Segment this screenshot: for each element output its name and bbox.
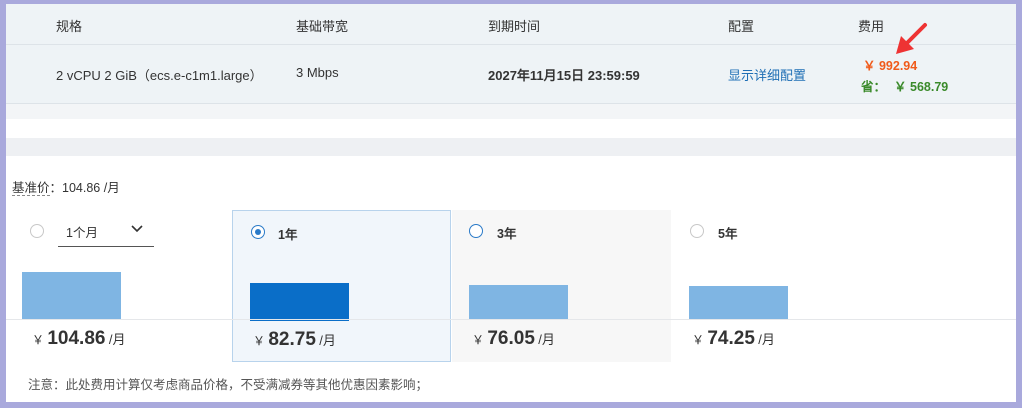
- currency-symbol: ￥: [692, 333, 705, 347]
- radio-1-year[interactable]: [251, 225, 265, 239]
- plan-price: ￥ 82.75 /月: [253, 329, 336, 351]
- header-expiry: 到期时间: [488, 19, 541, 34]
- show-config-link[interactable]: 显示详细配置: [728, 65, 806, 84]
- bandwidth-cell: 3 Mbps: [296, 65, 339, 80]
- fee-save: 省： ￥ 568.79: [861, 76, 948, 95]
- fee-save-value: ￥ 568.79: [894, 80, 949, 94]
- currency-symbol: ￥: [32, 333, 45, 347]
- base-price-label: 基准价: [12, 181, 50, 196]
- price-unit: /月: [758, 332, 775, 347]
- radio-3-year[interactable]: [469, 224, 483, 238]
- price-bar-area: [13, 272, 230, 320]
- fee-save-label: 省：: [861, 80, 887, 94]
- currency-symbol: ￥: [472, 333, 485, 347]
- price-value: 82.75: [268, 329, 316, 350]
- pricing-note: 注意：此处费用计算仅考虑商品价格，不受满减券等其他优惠因素影响；: [28, 378, 429, 392]
- header-config: 配置: [728, 19, 755, 34]
- plan-price: ￥ 74.25 /月: [692, 328, 775, 350]
- plan-card-5-year[interactable]: 5年 ￥ 74.25 /月: [672, 210, 891, 362]
- base-price-value: ：104.86 /月: [49, 181, 120, 195]
- expiry-cell: 2027年11月15日 23:59:59: [488, 68, 640, 83]
- price-bar: [22, 272, 121, 320]
- price-bar: [250, 283, 349, 321]
- plan-card-1-year[interactable]: 1年 ￥ 82.75 /月: [232, 210, 451, 362]
- table-row: 2 vCPU 2 GiB（ecs.e-c1m1.large） 3 Mbps 20…: [6, 45, 1016, 104]
- plan-label: 1年: [278, 228, 298, 242]
- radio-monthly[interactable]: [30, 224, 44, 238]
- chevron-down-icon: [131, 225, 143, 233]
- price-value: 74.25: [707, 328, 755, 349]
- row-spacer: [6, 104, 1016, 119]
- price-bar-area: [452, 272, 671, 320]
- price-bar: [469, 285, 568, 320]
- renewal-panel: 规格 基础带宽 到期时间 配置 费用 2 vCPU 2 GiB（ecs.e-c1…: [6, 4, 1016, 402]
- header-bandwidth: 基础带宽: [296, 19, 349, 34]
- header-spec: 规格: [56, 19, 83, 34]
- plan-price: ￥ 104.86 /月: [32, 328, 125, 350]
- plan-card-3-year[interactable]: 3年 ￥ 76.05 /月: [452, 210, 671, 362]
- header-fee: 费用: [858, 19, 885, 34]
- table-header: 规格 基础带宽 到期时间 配置 费用: [6, 4, 1016, 45]
- plan-label: 5年: [718, 227, 738, 241]
- red-arrow-icon: [896, 23, 927, 54]
- month-select[interactable]: 1个月: [58, 214, 154, 247]
- price-bar-area: [233, 273, 450, 321]
- plan-price: ￥ 76.05 /月: [472, 328, 555, 350]
- price-unit: /月: [538, 332, 555, 347]
- price-unit: /月: [319, 333, 336, 348]
- plan-options: 1个月 ￥ 104.86 /月 1年 ￥ 82.75 /月 3年 ￥ 76.05…: [6, 210, 1016, 362]
- price-value: 104.86: [47, 328, 106, 349]
- price-bar-area: [672, 272, 891, 320]
- price-bar: [689, 286, 788, 320]
- currency-symbol: ￥: [253, 334, 266, 348]
- base-price: 基准价：104.86 /月: [12, 177, 120, 196]
- section-divider: [6, 138, 1016, 156]
- radio-5-year[interactable]: [690, 224, 704, 238]
- divider: [6, 319, 1016, 320]
- price-unit: /月: [108, 332, 126, 347]
- month-select-value: 1个月: [66, 226, 98, 240]
- plan-label: 3年: [497, 227, 517, 241]
- price-value: 76.05: [487, 328, 535, 349]
- spec-cell: 2 vCPU 2 GiB（ecs.e-c1m1.large）: [56, 68, 263, 83]
- plan-card-monthly[interactable]: 1个月 ￥ 104.86 /月: [13, 210, 230, 362]
